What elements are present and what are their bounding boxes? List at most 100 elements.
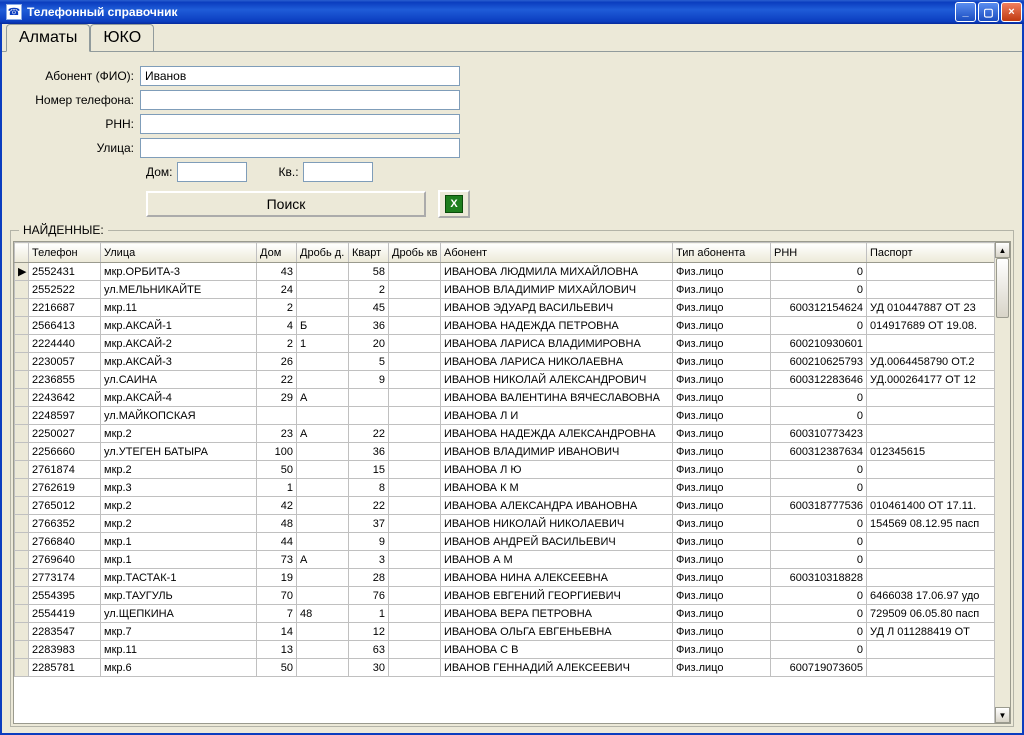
table-row[interactable]: 2766352мкр.24837ИВАНОВ НИКОЛАЙ НИКОЛАЕВИ… bbox=[15, 515, 995, 533]
table-row[interactable]: 2248597ул.МАЙКОПСКАЯИВАНОВА Л ИФиз.лицо0 bbox=[15, 407, 995, 425]
cell-house: 50 bbox=[257, 461, 297, 479]
cell-pass bbox=[867, 425, 995, 443]
cell-frac bbox=[297, 443, 349, 461]
input-house[interactable] bbox=[177, 162, 247, 182]
table-row[interactable]: 2762619мкр.318ИВАНОВА К МФиз.лицо0 bbox=[15, 479, 995, 497]
table-row[interactable]: 2224440мкр.АКСАЙ-22120ИВАНОВА ЛАРИСА ВЛА… bbox=[15, 335, 995, 353]
row-marker[interactable] bbox=[15, 533, 29, 551]
row-marker[interactable] bbox=[15, 497, 29, 515]
table-row[interactable]: 2243642мкр.АКСАЙ-429АИВАНОВА ВАЛЕНТИНА В… bbox=[15, 389, 995, 407]
input-phone[interactable] bbox=[140, 90, 460, 110]
cell-phone: 2552522 bbox=[29, 281, 101, 299]
cell-rnn: 600312283646 bbox=[771, 371, 867, 389]
input-rnn[interactable] bbox=[140, 114, 460, 134]
tab-almaty[interactable]: Алматы bbox=[6, 24, 90, 52]
search-button[interactable]: Поиск bbox=[146, 191, 426, 217]
results-grid: Телефон Улица Дом Дробь д. Кварт Дробь к… bbox=[13, 241, 1011, 724]
maximize-button[interactable]: ▢ bbox=[978, 2, 999, 22]
table-row[interactable]: ▶2552431мкр.ОРБИТА-34358ИВАНОВА ЛЮДМИЛА … bbox=[15, 263, 995, 281]
vertical-scrollbar[interactable]: ▲ ▼ bbox=[994, 242, 1010, 723]
cell-kv: 2 bbox=[349, 281, 389, 299]
table-row[interactable]: 2566413мкр.АКСАЙ-14Б36ИВАНОВА НАДЕЖДА ПЕ… bbox=[15, 317, 995, 335]
row-marker[interactable] bbox=[15, 443, 29, 461]
found-label: НАЙДЕННЫЕ: bbox=[19, 223, 108, 237]
table-row[interactable]: 2766840мкр.1449ИВАНОВ АНДРЕЙ ВАСИЛЬЕВИЧФ… bbox=[15, 533, 995, 551]
col-house[interactable]: Дом bbox=[257, 243, 297, 263]
col-pass[interactable]: Паспорт bbox=[867, 243, 995, 263]
row-marker[interactable] bbox=[15, 641, 29, 659]
table-row[interactable]: 2283547мкр.71412ИВАНОВА ОЛЬГА ЕВГЕНЬЕВНА… bbox=[15, 623, 995, 641]
table-row[interactable]: 2761874мкр.25015ИВАНОВА Л ЮФиз.лицо0 bbox=[15, 461, 995, 479]
label-abonent: Абонент (ФИО): bbox=[12, 69, 140, 83]
row-marker[interactable] bbox=[15, 605, 29, 623]
row-marker[interactable] bbox=[15, 623, 29, 641]
row-marker[interactable]: ▶ bbox=[15, 263, 29, 281]
row-marker[interactable] bbox=[15, 317, 29, 335]
col-rnn[interactable]: РНН bbox=[771, 243, 867, 263]
close-button[interactable]: × bbox=[1001, 2, 1022, 22]
cell-kv: 9 bbox=[349, 371, 389, 389]
table-row[interactable]: 2773174мкр.ТАСТАК-11928ИВАНОВА НИНА АЛЕК… bbox=[15, 569, 995, 587]
row-marker[interactable] bbox=[15, 335, 29, 353]
table-row[interactable]: 2554419ул.ЩЕПКИНА7481ИВАНОВА ВЕРА ПЕТРОВ… bbox=[15, 605, 995, 623]
cell-street: ул.ЩЕПКИНА bbox=[101, 605, 257, 623]
table-row[interactable]: 2230057мкр.АКСАЙ-3265ИВАНОВА ЛАРИСА НИКО… bbox=[15, 353, 995, 371]
cell-type: Физ.лицо bbox=[673, 263, 771, 281]
cell-street: мкр.АКСАЙ-3 bbox=[101, 353, 257, 371]
table-row[interactable]: 2250027мкр.223А22ИВАНОВА НАДЕЖДА АЛЕКСАН… bbox=[15, 425, 995, 443]
cell-kv: 36 bbox=[349, 317, 389, 335]
table-row[interactable]: 2554395мкр.ТАУГУЛЬ7076ИВАНОВ ЕВГЕНИЙ ГЕО… bbox=[15, 587, 995, 605]
cell-abon: ИВАНОВ АНДРЕЙ ВАСИЛЬЕВИЧ bbox=[441, 533, 673, 551]
scroll-down-arrow[interactable]: ▼ bbox=[995, 707, 1010, 723]
col-type[interactable]: Тип абонента bbox=[673, 243, 771, 263]
scroll-track[interactable] bbox=[995, 258, 1010, 707]
table-row[interactable]: 2285781мкр.65030ИВАНОВ ГЕННАДИЙ АЛЕКСЕЕВ… bbox=[15, 659, 995, 677]
row-marker[interactable] bbox=[15, 281, 29, 299]
row-marker[interactable] bbox=[15, 389, 29, 407]
row-marker[interactable] bbox=[15, 659, 29, 677]
col-frac[interactable]: Дробь д. bbox=[297, 243, 349, 263]
row-marker[interactable] bbox=[15, 587, 29, 605]
col-street[interactable]: Улица bbox=[101, 243, 257, 263]
row-marker[interactable] bbox=[15, 353, 29, 371]
row-marker[interactable] bbox=[15, 479, 29, 497]
cell-pass bbox=[867, 641, 995, 659]
table-row[interactable]: 2769640мкр.173А3ИВАНОВ А МФиз.лицо0 bbox=[15, 551, 995, 569]
export-excel-button[interactable]: X bbox=[438, 190, 470, 218]
row-marker[interactable] bbox=[15, 299, 29, 317]
row-marker[interactable] bbox=[15, 461, 29, 479]
table-row[interactable]: 2256660ул.УТЕГЕН БАТЫРА10036ИВАНОВ ВЛАДИ… bbox=[15, 443, 995, 461]
cell-rnn: 0 bbox=[771, 533, 867, 551]
cell-house: 42 bbox=[257, 497, 297, 515]
scroll-up-arrow[interactable]: ▲ bbox=[995, 242, 1010, 258]
cell-kv: 45 bbox=[349, 299, 389, 317]
row-marker[interactable] bbox=[15, 425, 29, 443]
input-abonent[interactable] bbox=[140, 66, 460, 86]
table-row[interactable]: 2765012мкр.24222ИВАНОВА АЛЕКСАНДРА ИВАНО… bbox=[15, 497, 995, 515]
col-phone[interactable]: Телефон bbox=[29, 243, 101, 263]
col-abon[interactable]: Абонент bbox=[441, 243, 673, 263]
tab-yuko[interactable]: ЮКО bbox=[90, 24, 154, 51]
col-frack[interactable]: Дробь кв bbox=[389, 243, 441, 263]
table-row[interactable]: 2552522ул.МЕЛЬНИКАЙТЕ242ИВАНОВ ВЛАДИМИР … bbox=[15, 281, 995, 299]
row-marker[interactable] bbox=[15, 371, 29, 389]
minimize-button[interactable]: _ bbox=[955, 2, 976, 22]
scroll-thumb[interactable] bbox=[996, 258, 1009, 318]
row-marker[interactable] bbox=[15, 407, 29, 425]
input-kv[interactable] bbox=[303, 162, 373, 182]
cell-pass bbox=[867, 335, 995, 353]
row-marker[interactable] bbox=[15, 551, 29, 569]
app-icon: ☎ bbox=[6, 4, 22, 20]
cell-kv: 37 bbox=[349, 515, 389, 533]
table-row[interactable]: 2236855ул.САИНА229ИВАНОВ НИКОЛАЙ АЛЕКСАН… bbox=[15, 371, 995, 389]
table-row[interactable]: 2283983мкр.111363ИВАНОВА С ВФиз.лицо0 bbox=[15, 641, 995, 659]
row-marker[interactable] bbox=[15, 515, 29, 533]
cell-phone: 2766352 bbox=[29, 515, 101, 533]
col-kvart[interactable]: Кварт bbox=[349, 243, 389, 263]
col-marker[interactable] bbox=[15, 243, 29, 263]
row-marker[interactable] bbox=[15, 569, 29, 587]
table-row[interactable]: 2216687мкр.11245ИВАНОВ ЭДУАРД ВАСИЛЬЕВИЧ… bbox=[15, 299, 995, 317]
cell-type: Физ.лицо bbox=[673, 371, 771, 389]
input-street[interactable] bbox=[140, 138, 460, 158]
cell-phone: 2285781 bbox=[29, 659, 101, 677]
